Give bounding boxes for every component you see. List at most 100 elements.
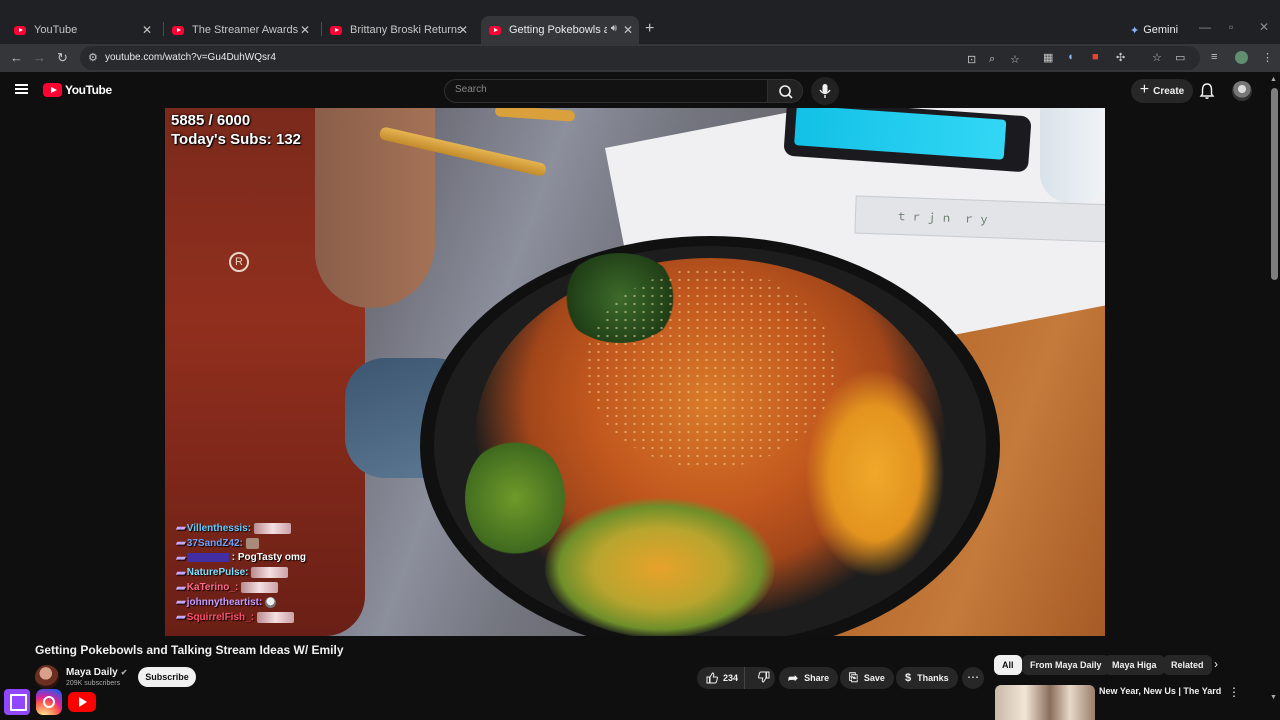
thanks-label: Thanks: [917, 673, 949, 683]
forward-icon[interactable]: →: [33, 50, 46, 65]
media-controls-icon[interactable]: ≡: [1211, 51, 1217, 63]
twitch-icon: [4, 689, 30, 715]
chat-badge-icon: ▰▰: [176, 584, 186, 592]
close-window-icon[interactable]: ✕: [1259, 20, 1269, 34]
page-scrollbar[interactable]: [1271, 88, 1278, 280]
browser-tab[interactable]: Brittany Broski Returns - YouTube ✕: [322, 16, 474, 44]
channel-avatar[interactable]: [35, 665, 59, 689]
restore-icon[interactable]: ▫: [1229, 20, 1233, 34]
bookmark-star-icon[interactable]: ☆: [1010, 53, 1020, 66]
chip-related[interactable]: Related: [1163, 655, 1212, 675]
recommended-menu-icon[interactable]: ⋮: [1228, 685, 1240, 699]
notifications-button[interactable]: [1199, 82, 1215, 105]
search-box[interactable]: [444, 79, 768, 103]
chat-emote-icon: [257, 611, 295, 623]
chat-emote-icon: [241, 582, 279, 594]
youtube-logo[interactable]: YouTube: [43, 83, 112, 97]
recommended-title[interactable]: New Year, New Us | The Yard: [1099, 686, 1221, 696]
new-tab-icon[interactable]: +: [645, 20, 654, 38]
chat-username: SquirrelFish_:: [186, 611, 255, 623]
audio-playing-icon[interactable]: 🔊︎: [611, 23, 617, 34]
chrome-menu-icon[interactable]: ⋮: [1262, 51, 1273, 64]
tab-title: YouTube: [34, 24, 78, 36]
save-button[interactable]: ⎘ Save: [840, 667, 894, 689]
puzzle-extensions-icon[interactable]: ✣: [1116, 51, 1125, 64]
reload-icon[interactable]: ↻: [57, 50, 68, 66]
video-player[interactable]: R ｔｒｊｎ ｒｙ 5885 / 6000 Today's Subs: 132 …: [165, 108, 1105, 636]
extension-badge-icon[interactable]: ■: [1092, 51, 1099, 63]
zoom-icon[interactable]: ⌕: [989, 53, 995, 66]
scroll-up-icon[interactable]: ▲: [1270, 76, 1277, 83]
social-links: [4, 689, 96, 715]
channel-name[interactable]: Maya Daily: [66, 667, 118, 678]
chip-maya-higa[interactable]: Maya Higa: [1104, 655, 1165, 675]
chat-badge-icon: ▰▰: [176, 554, 186, 562]
guide-menu-icon[interactable]: [15, 84, 28, 94]
site-info-icon[interactable]: ⚙: [88, 51, 98, 64]
channel-name-row[interactable]: Maya Daily ✔: [66, 667, 127, 678]
youtube-favicon-icon: [489, 25, 501, 35]
minimize-icon[interactable]: —: [1199, 20, 1211, 34]
close-tab-icon[interactable]: ✕: [623, 23, 633, 37]
chopstick-scene: [494, 108, 576, 122]
browser-tab[interactable]: YouTube ✕: [6, 16, 158, 44]
close-tab-icon[interactable]: ✕: [142, 23, 152, 37]
chevron-right-icon[interactable]: ›: [1214, 657, 1218, 671]
like-button[interactable]: 234: [697, 667, 745, 689]
gemini-button[interactable]: ✦ Gemini: [1122, 21, 1186, 39]
chat-emote-icon: [251, 567, 289, 579]
youtube-favicon-icon: [14, 25, 26, 35]
close-tab-icon[interactable]: ✕: [458, 23, 468, 37]
address-bar[interactable]: ⚙ youtube.com/watch?v=Gu4DuhWQsr4 ⊡ ⌕ ☆: [80, 46, 1200, 70]
browser-tab-active[interactable]: Getting Pokebowls and Talking 🔊︎ ✕: [481, 16, 639, 44]
bookmark-icon: ⎘: [849, 671, 858, 684]
tab-title: Getting Pokebowls and Talking: [509, 24, 607, 36]
extension-audio-icon[interactable]: ◖: [1067, 51, 1074, 63]
chip-all[interactable]: All: [994, 655, 1022, 675]
gemini-label: Gemini: [1143, 24, 1179, 36]
sesame-topping-scene: [585, 268, 835, 468]
search-button[interactable]: [767, 79, 803, 103]
chat-message: ▰▰: PogTasty omg: [176, 551, 306, 566]
greens-scene: [465, 438, 565, 558]
chat-badge-icon: ▰▰: [176, 525, 186, 533]
gemini-sparkle-icon: ✦: [1130, 24, 1140, 37]
verified-check-icon: ✔: [120, 668, 128, 677]
profile-avatar-icon[interactable]: [1235, 51, 1248, 64]
chat-emote-icon: [254, 522, 292, 534]
chat-emote-icon: [245, 537, 259, 549]
back-icon[interactable]: ←: [10, 50, 23, 65]
browser-tab[interactable]: The Streamer Awards - YouTube ✕: [164, 16, 316, 44]
scroll-down-icon[interactable]: ▼: [1270, 694, 1277, 701]
install-app-icon[interactable]: ⊡: [967, 53, 976, 66]
close-tab-icon[interactable]: ✕: [300, 23, 310, 37]
bell-icon: [1199, 83, 1215, 99]
search-input[interactable]: [455, 84, 755, 95]
like-count: 234: [723, 673, 739, 683]
browser-tab-bar: YouTube ✕ The Streamer Awards - YouTube …: [0, 0, 1280, 44]
url-text[interactable]: youtube.com/watch?v=Gu4DuhWQsr4: [105, 52, 276, 63]
chat-username: KaTerino_:: [186, 582, 239, 594]
sidepanel-icon[interactable]: ▭: [1175, 51, 1185, 64]
chat-badge-icon: ▰▰: [176, 540, 186, 548]
youtube-icon: [68, 692, 96, 712]
chip-from-channel[interactable]: From Maya Daily: [1022, 655, 1110, 675]
chat-username: 37SandZ42:: [186, 537, 243, 549]
dislike-button[interactable]: [751, 671, 770, 685]
search-icon: [779, 85, 793, 99]
create-label: Create: [1153, 85, 1185, 97]
bookmarks-icon[interactable]: ☆: [1152, 51, 1162, 64]
voice-search-button[interactable]: [811, 77, 839, 105]
share-arrow-icon: ➦: [788, 671, 799, 685]
share-button[interactable]: ➦ Share: [779, 667, 839, 689]
extension-icon[interactable]: ▦: [1043, 51, 1053, 64]
create-button[interactable]: + Create: [1131, 79, 1193, 103]
subscribe-button[interactable]: Subscribe: [138, 667, 196, 687]
chat-badge-icon: ▰▰: [176, 614, 186, 622]
thanks-button[interactable]: $ Thanks: [896, 667, 958, 689]
chat-message: ▰▰ johnnytheartist:: [176, 595, 306, 610]
recommended-thumbnail[interactable]: [995, 685, 1095, 720]
account-avatar[interactable]: [1232, 81, 1252, 101]
avocado-scene: [545, 498, 775, 636]
more-actions-icon[interactable]: ⋯: [962, 667, 984, 689]
